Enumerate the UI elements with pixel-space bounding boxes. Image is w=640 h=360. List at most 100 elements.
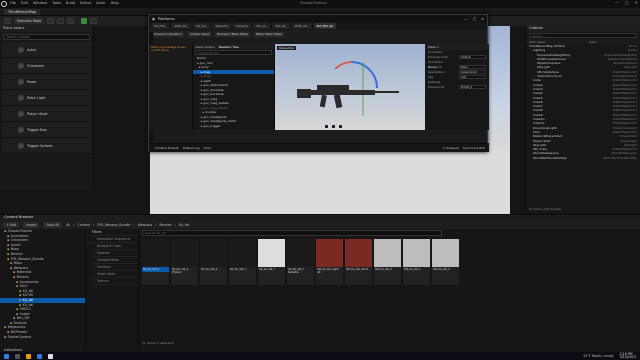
asset-tile[interactable]: SM_KA_Val_Stock bbox=[345, 239, 372, 285]
cmd-input[interactable]: Cmd bbox=[204, 146, 211, 150]
menu-item-build[interactable]: Build bbox=[66, 1, 75, 5]
breadcrumb-item[interactable]: All bbox=[66, 223, 70, 227]
minimize-icon[interactable]: — bbox=[615, 0, 619, 5]
unsaved-indicator[interactable]: 1 Unsaved bbox=[443, 146, 459, 150]
add-button[interactable]: + Add bbox=[3, 222, 19, 228]
asset-tab[interactable]: MaterT0 bbox=[212, 23, 231, 29]
browser-icon[interactable] bbox=[37, 353, 42, 359]
windows-start-icon[interactable] bbox=[4, 353, 9, 359]
maximize-icon[interactable]: □ bbox=[473, 17, 476, 21]
asset-tab[interactable]: SM_sh_ bbox=[253, 23, 271, 29]
editor-toolbar-button[interactable]: Create Asset bbox=[187, 31, 212, 37]
asset-search-input[interactable]: Search KA_Val bbox=[142, 230, 442, 236]
asset-tile[interactable]: SK_KA_Val_X Physics bbox=[171, 239, 198, 285]
loop-icon[interactable] bbox=[339, 125, 342, 128]
detail-value-field[interactable]: Default bbox=[459, 55, 486, 59]
maximize-icon[interactable]: □ bbox=[625, 0, 629, 5]
import-button[interactable]: Import bbox=[22, 222, 40, 228]
outliner-row[interactable]: WorldPartitionMiniMap WorldPartitionMiniM… bbox=[526, 156, 640, 160]
selection-mode-button[interactable]: Selection Mode bbox=[14, 18, 45, 24]
breadcrumb-item[interactable]: Content bbox=[77, 223, 90, 227]
search-icon[interactable] bbox=[15, 353, 20, 359]
place-actor-item[interactable]: Actor bbox=[2, 42, 91, 58]
save-all-button[interactable]: Save All bbox=[43, 222, 63, 228]
editor-toolbar-button[interactable]: Preview Animation bbox=[152, 31, 184, 37]
detail-value-field[interactable]: Linked Anim bbox=[459, 70, 486, 74]
asset-tile[interactable]: SM_KA_Val_Sight Alt bbox=[316, 239, 343, 285]
breadcrumb-item[interactable]: FPS_Weapon_Bundle bbox=[97, 223, 130, 227]
asset-tab[interactable]: SKM_AR_ bbox=[171, 23, 191, 29]
minimize-icon[interactable]: — bbox=[464, 17, 468, 21]
asset-tile[interactable]: SK_KA_Val_X bbox=[142, 239, 169, 285]
asset-tab[interactable]: SM_MM_SK bbox=[313, 23, 337, 29]
filter-item[interactable]: Static Mesh bbox=[92, 271, 138, 278]
asset-tile[interactable]: SK_KA_Val_X bbox=[200, 239, 227, 285]
add-icon[interactable] bbox=[47, 18, 55, 24]
menu-item-actor[interactable]: Actor bbox=[96, 1, 105, 5]
asset-tile[interactable]: SM_KA_Val_X bbox=[432, 239, 459, 285]
asset-tab[interactable]: ZSM_AR_ bbox=[291, 23, 312, 29]
editor-toolbar-button[interactable]: Make Static Mesh bbox=[253, 31, 285, 37]
folder-tree-item[interactable]: ▪ StarterContent bbox=[0, 335, 85, 340]
filter-item[interactable]: Material bbox=[92, 250, 138, 257]
breadcrumb-item[interactable]: KA_Val bbox=[179, 223, 190, 227]
asset-tab[interactable]: SilverCa bbox=[232, 23, 252, 29]
menu-item-help[interactable]: Help bbox=[111, 1, 119, 5]
asset-tile[interactable]: SM_KA_Val_X bbox=[374, 239, 401, 285]
asset-tile[interactable]: SK_KA_Val_Y bbox=[258, 239, 285, 285]
file-explorer-icon[interactable] bbox=[26, 353, 31, 359]
detail-value-field[interactable]: Add bbox=[459, 75, 486, 79]
asset-tile[interactable]: SK_KA_Val_Y bbox=[229, 239, 256, 285]
place-actor-item[interactable]: Character bbox=[2, 58, 91, 74]
col-item-label[interactable]: Item Label bbox=[529, 40, 545, 44]
close-icon[interactable]: ✕ bbox=[635, 0, 638, 5]
filter-item[interactable]: Animation Sequence bbox=[92, 236, 138, 243]
place-actor-item[interactable]: Pawn bbox=[2, 74, 91, 90]
source-control-button[interactable]: Source Control bbox=[463, 146, 489, 150]
filter-item[interactable]: Skeleton bbox=[92, 264, 138, 271]
menu-item-tools[interactable]: Tools bbox=[52, 1, 61, 5]
tab-level[interactable]: ThirdPersonMap bbox=[4, 9, 41, 15]
mesh-preview-viewport[interactable]: Perspective bbox=[275, 44, 425, 130]
weather-text[interactable]: 52°F Mostly cloudy bbox=[583, 354, 613, 358]
asset-tab[interactable]: SM_VR_ bbox=[272, 23, 290, 29]
breadcrumb-item[interactable]: Weapons bbox=[138, 223, 153, 227]
skeleton-tree-tab[interactable]: Skeleton Tree bbox=[219, 45, 239, 49]
place-actor-item[interactable]: Player Start bbox=[2, 106, 91, 122]
stop-icon[interactable] bbox=[325, 125, 328, 128]
play-icon[interactable] bbox=[81, 18, 88, 24]
play-icon[interactable] bbox=[332, 125, 335, 128]
bone-search-input[interactable]: Search Bones bbox=[195, 50, 272, 55]
breadcrumb-item[interactable]: Meshes bbox=[160, 223, 172, 227]
menu-item-window[interactable]: Window bbox=[33, 1, 47, 5]
menu-item-file[interactable]: File bbox=[10, 1, 16, 5]
filter-item[interactable]: Blueprint Class bbox=[92, 243, 138, 250]
filter-item[interactable]: Texture bbox=[92, 278, 138, 285]
place-actor-item[interactable]: Trigger Sphere bbox=[2, 138, 91, 154]
bone-row[interactable]: ▸ gun_trigger bbox=[193, 124, 274, 129]
search-input[interactable]: Search Classes bbox=[3, 34, 90, 40]
unreal-editor-icon[interactable] bbox=[48, 353, 53, 359]
asset-tab[interactable]: SK_FPS_ bbox=[151, 23, 170, 29]
play-options-icon[interactable] bbox=[90, 18, 98, 24]
asset-tile[interactable]: SM_KA_Val_Y bbox=[403, 239, 430, 285]
blueprint-icon[interactable] bbox=[57, 18, 65, 24]
filter-item[interactable]: Skeletal Mesh bbox=[92, 257, 138, 264]
menu-item-edit[interactable]: Edit bbox=[21, 1, 28, 5]
output-log-button[interactable]: Output Log bbox=[183, 146, 200, 150]
asset-tile[interactable]: SK_KA_Val_Y Skeleton bbox=[287, 239, 314, 285]
content-drawer-button[interactable]: Content Drawer bbox=[155, 146, 179, 150]
detail-value-field[interactable]: None bbox=[459, 65, 486, 69]
place-actor-item[interactable]: Trigger Box bbox=[2, 122, 91, 138]
asset-tab[interactable]: SK_Sni_ bbox=[192, 23, 211, 29]
cinematics-icon[interactable] bbox=[67, 18, 75, 24]
outliner-search-input[interactable]: Search... bbox=[529, 33, 637, 38]
close-icon[interactable]: ✕ bbox=[481, 17, 484, 21]
place-actor-item[interactable]: Point Light bbox=[2, 90, 91, 106]
detail-value-field[interactable]: Profile_0 bbox=[459, 85, 486, 89]
asset-details-tab[interactable]: Asset Details bbox=[195, 45, 215, 49]
col-type[interactable]: Type bbox=[589, 40, 596, 44]
editor-toolbar-button[interactable]: Reimport Base Mesh bbox=[215, 31, 250, 37]
clock[interactable]: 2:18 PM 3/14/2023 bbox=[620, 352, 640, 360]
menu-item-select[interactable]: Select bbox=[80, 1, 91, 5]
